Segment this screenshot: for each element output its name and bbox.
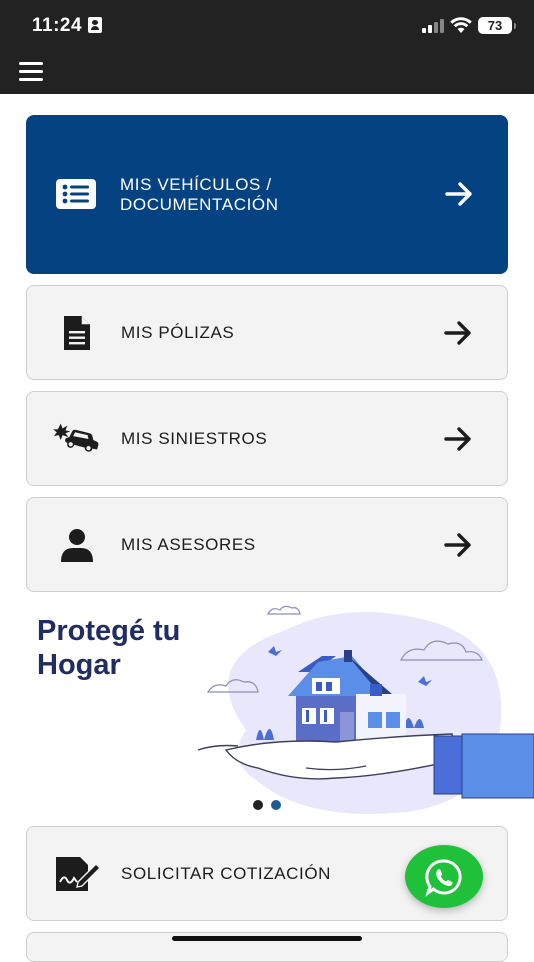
my-vehicles-label: MIS VEHÍCULOS / DOCUMENTACIÓN: [120, 175, 279, 215]
home-indicator: [172, 936, 362, 941]
whatsapp-button[interactable]: [405, 845, 483, 908]
whatsapp-icon: [425, 858, 462, 897]
signature-icon: [53, 850, 101, 898]
person-icon: [53, 521, 101, 569]
my-claims-button[interactable]: MIS SINIESTROS: [26, 391, 508, 486]
arrow-right-icon: [445, 182, 472, 206]
list-icon: [52, 170, 100, 218]
hamburger-icon[interactable]: [19, 61, 43, 81]
arrow-right-icon: [444, 321, 471, 345]
status-time: 11:24: [32, 15, 83, 36]
carousel-dot-1[interactable]: [253, 800, 263, 810]
house-in-hand-illustration: [197, 605, 534, 814]
status-bar: 11:24 73: [0, 0, 534, 50]
document-icon: [53, 309, 101, 357]
contact-card-icon: [88, 17, 102, 33]
car-crash-icon: [53, 415, 101, 463]
my-claims-label: MIS SINIESTROS: [121, 429, 268, 448]
my-advisors-label: MIS ASESORES: [121, 535, 256, 554]
battery-icon: 73: [478, 17, 516, 34]
wifi-icon: [450, 17, 472, 33]
my-vehicles-label-line2: DOCUMENTACIÓN: [120, 195, 279, 214]
top-nav-bar: [0, 50, 534, 94]
my-vehicles-label-line1: MIS VEHÍCULOS /: [120, 175, 272, 194]
arrow-right-icon: [444, 533, 471, 557]
arrow-right-icon: [444, 427, 471, 451]
carousel-dot-2[interactable]: [271, 800, 281, 810]
my-policies-label: MIS PÓLIZAS: [121, 323, 235, 342]
promo-banner[interactable]: Protegé tu Hogar: [26, 600, 534, 818]
my-vehicles-button[interactable]: MIS VEHÍCULOS / DOCUMENTACIÓN: [26, 115, 508, 274]
my-policies-button[interactable]: MIS PÓLIZAS: [26, 285, 508, 380]
cellular-signal-icon: [422, 19, 446, 33]
my-advisors-button[interactable]: MIS ASESORES: [26, 497, 508, 592]
request-quote-label: SOLICITAR COTIZACIÓN: [121, 864, 332, 883]
